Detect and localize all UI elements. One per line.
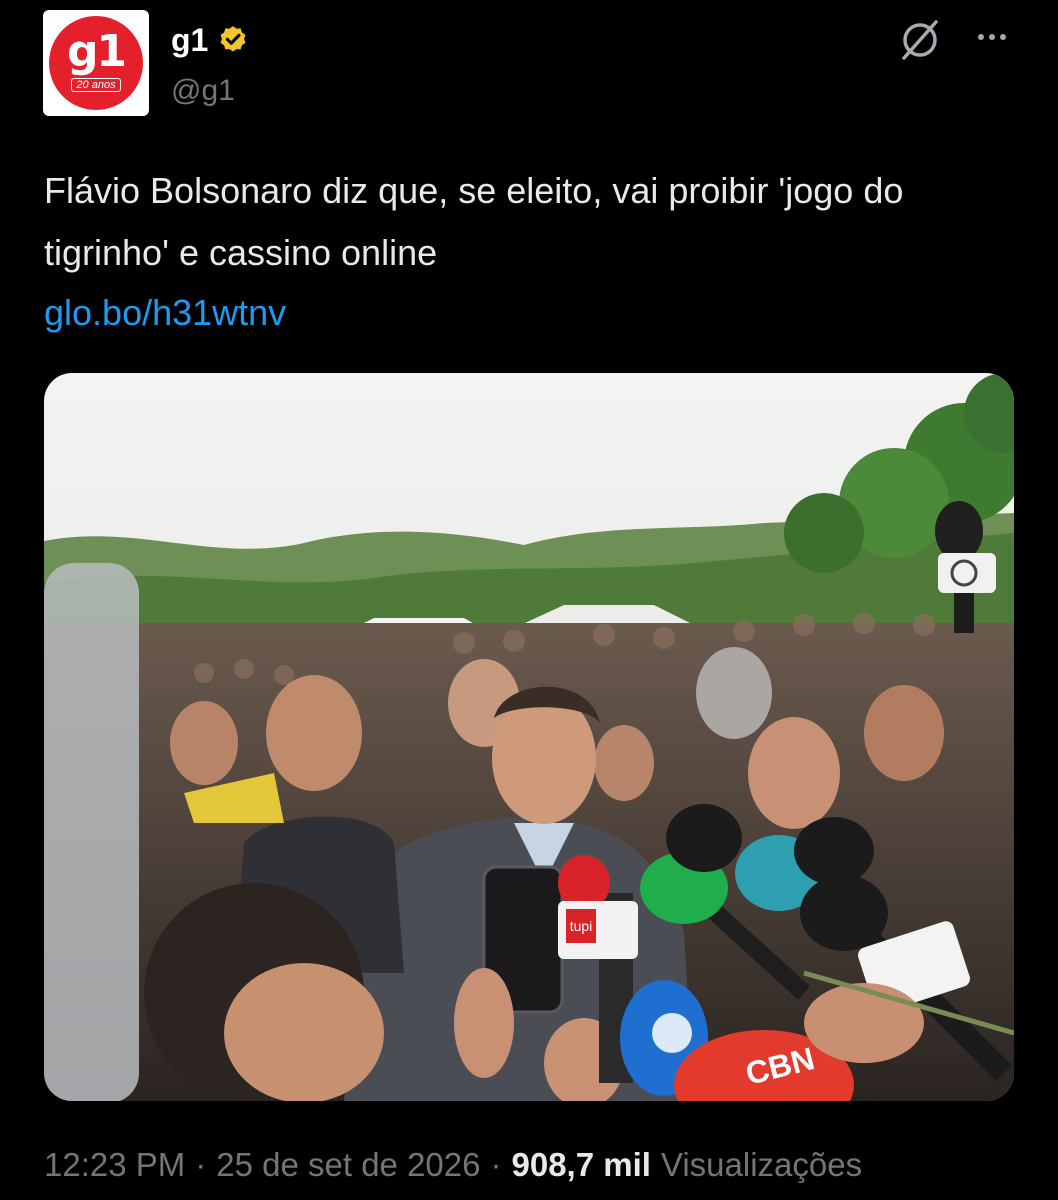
- more-icon[interactable]: [972, 20, 1012, 54]
- tweet-link[interactable]: glo.bo/h31wtnv: [44, 282, 286, 344]
- tweet-meta: 12:23 PM · 25 de set de 2026 · 908,7 mil…: [44, 1146, 862, 1184]
- account-handle[interactable]: @g1: [171, 74, 235, 108]
- tupi-label: tupi: [570, 918, 593, 934]
- views-label: Visualizações: [660, 1146, 863, 1183]
- more-dot: [1000, 34, 1006, 40]
- photo-scene: tupi CBN: [44, 373, 1014, 1101]
- verified-badge-icon: [220, 25, 246, 52]
- tweet-photo[interactable]: tupi CBN: [44, 373, 1014, 1101]
- more-dot: [989, 34, 995, 40]
- meta-separator: ·: [490, 1146, 502, 1183]
- tweet-text: Flávio Bolsonaro diz que, se eleito, vai…: [44, 170, 904, 273]
- g1-logo: g1 20 anos: [49, 16, 143, 110]
- grok-icon[interactable]: [898, 18, 942, 62]
- tweet-date[interactable]: 25 de set de 2026: [216, 1146, 480, 1184]
- more-dot: [978, 34, 984, 40]
- tweet-time[interactable]: 12:23 PM: [44, 1146, 185, 1184]
- meta-separator: ·: [195, 1146, 207, 1183]
- avatar-sub-text: 20 anos: [71, 78, 121, 92]
- display-name-text: g1: [171, 22, 209, 58]
- avatar[interactable]: g1 20 anos: [43, 10, 149, 116]
- avatar-logo-text: g1: [66, 26, 127, 77]
- display-name[interactable]: g1: [171, 22, 250, 59]
- views-count: 908,7 mil: [511, 1146, 651, 1183]
